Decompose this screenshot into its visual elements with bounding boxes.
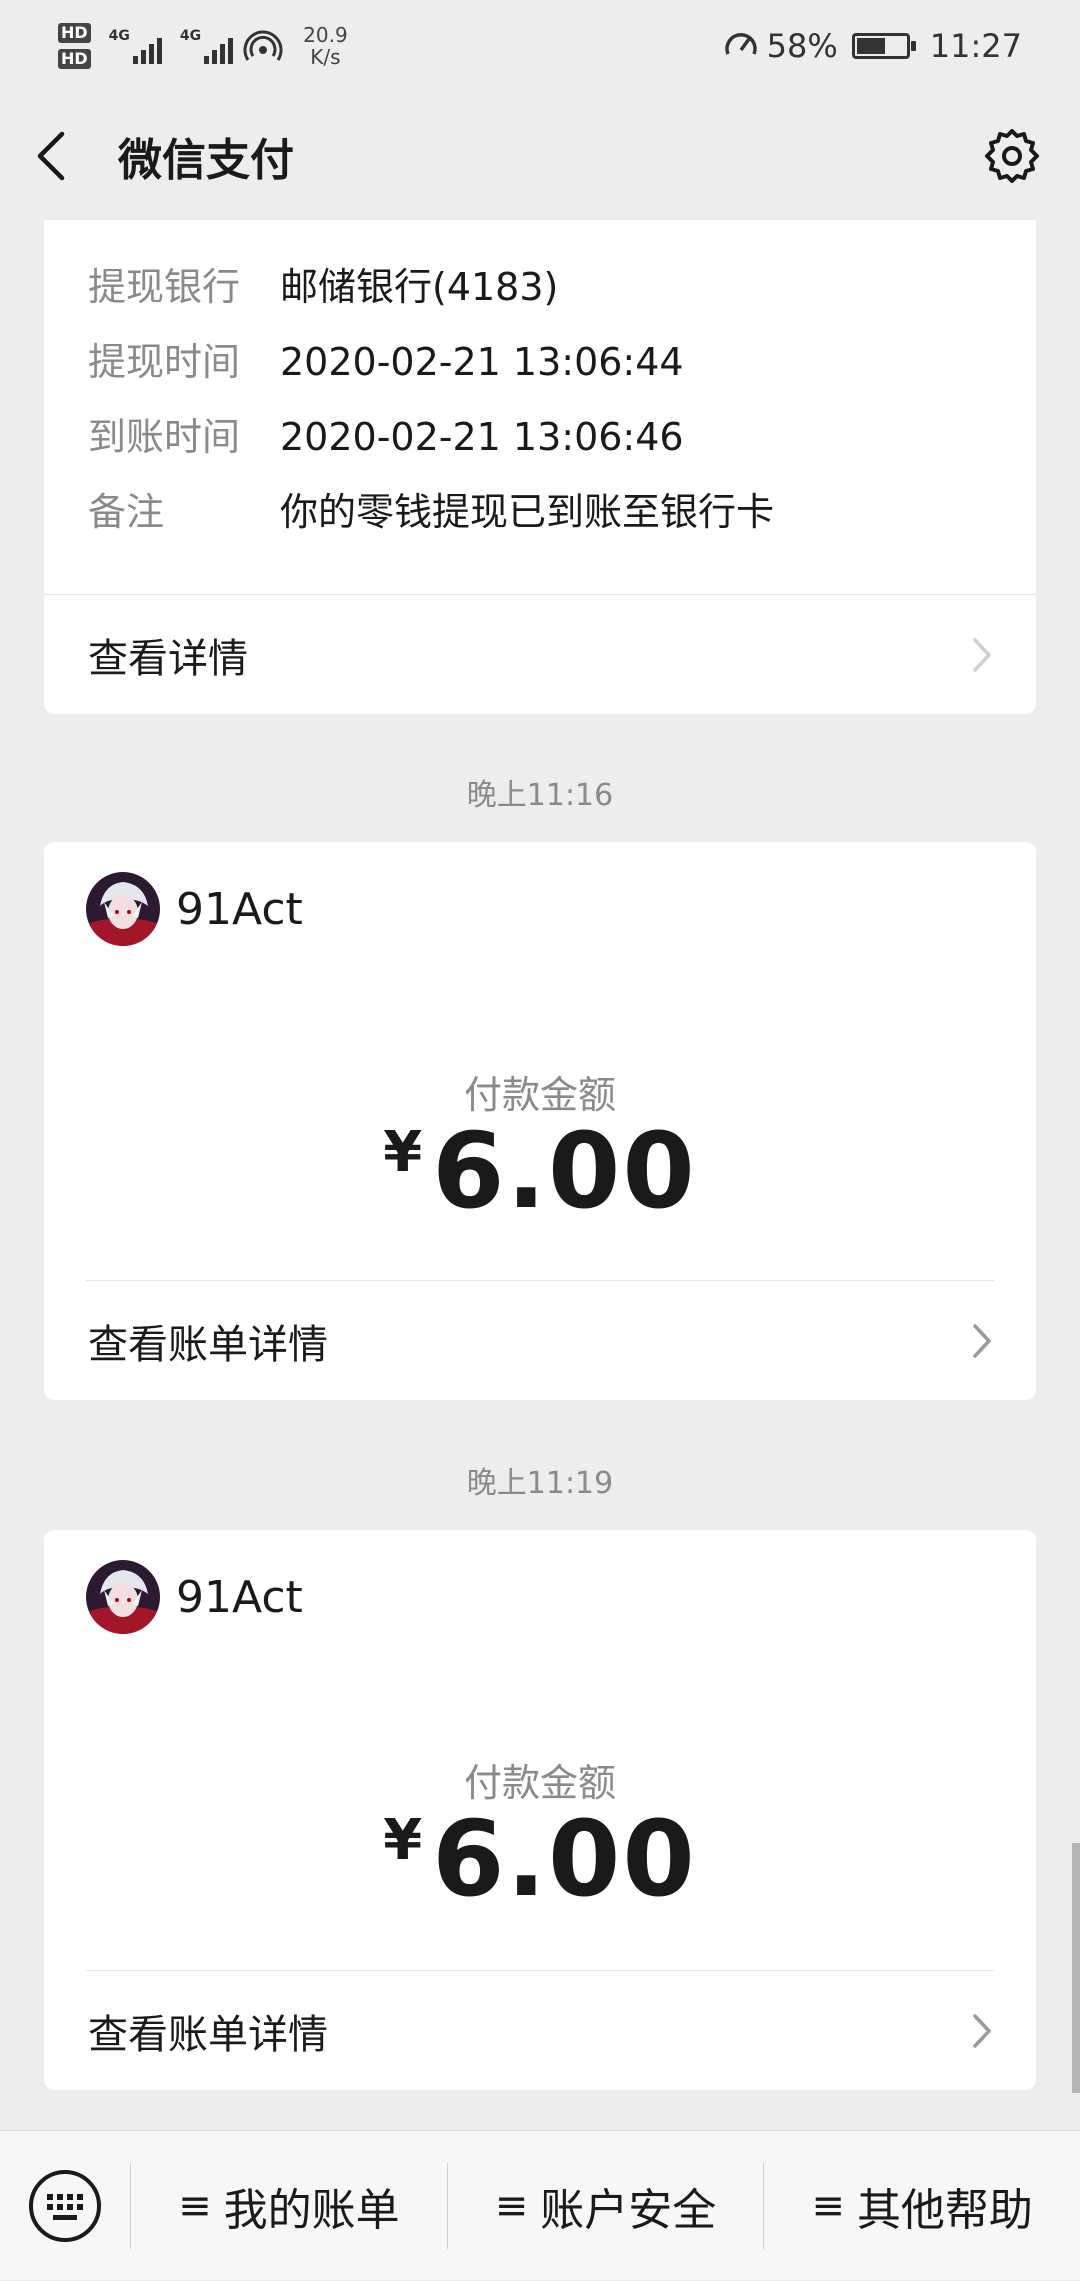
payment-card[interactable]: 91Act 付款金额 ¥6.00 查看账单详情 — [44, 842, 1036, 1400]
hotspot-icon — [243, 30, 283, 61]
merchant-header: 91Act — [86, 1560, 303, 1634]
view-bill-details-link[interactable]: 查看账单详情 — [44, 1971, 1036, 2090]
menu-label: 账户安全 — [540, 2184, 717, 2236]
message-time: 晚上11:16 — [466, 778, 614, 813]
keyboard-toggle-button[interactable] — [0, 2131, 130, 2281]
payment-card[interactable]: 91Act 付款金额 ¥6.00 查看账单详情 — [44, 1530, 1036, 2090]
avatar — [86, 1560, 160, 1634]
back-button[interactable] — [36, 126, 80, 186]
back-chevron-icon — [37, 131, 65, 181]
payment-amount: ¥6.00 — [44, 1110, 1036, 1232]
row-value: 你的零钱提现已到账至银行卡 — [280, 490, 775, 534]
withdraw-bank-row: 提现银行 邮储银行(4183) — [88, 260, 558, 314]
currency-symbol: ¥ — [383, 1808, 423, 1873]
merchant-name: 91Act — [176, 883, 303, 935]
keyboard-icon — [29, 2169, 101, 2242]
network-speed: 20.9 K/s — [303, 24, 348, 68]
battery-icon — [851, 33, 916, 59]
view-bill-label: 查看账单详情 — [88, 2011, 328, 2058]
row-key: 备注 — [88, 490, 165, 534]
row-key: 到账时间 — [88, 415, 241, 459]
signal-1-icon: 4G — [109, 28, 162, 64]
speedometer-icon — [724, 33, 757, 55]
menu-other-help[interactable]: ≡ 其他帮助 — [764, 2131, 1080, 2281]
settings-button[interactable] — [980, 124, 1044, 188]
nav-bar: 微信支付 — [0, 92, 1080, 220]
view-bill-details-link[interactable]: 查看账单详情 — [44, 1281, 1036, 1400]
avatar — [86, 872, 160, 946]
status-left: HD HD 4G 4G 20.9 K/s — [58, 23, 348, 69]
withdraw-card: 提现银行 邮储银行(4183) 提现时间 2020-02-21 13:06:44… — [44, 220, 1036, 714]
view-details-link[interactable]: 查看详情 — [44, 595, 1036, 714]
menu-list-icon: ≡ — [494, 2182, 529, 2229]
row-key: 提现时间 — [88, 340, 241, 384]
hd2-badge: HD — [58, 49, 91, 69]
row-value: 2020-02-21 13:06:44 — [280, 340, 684, 384]
menu-list-icon: ≡ — [811, 2182, 845, 2229]
clock: 11:27 — [929, 27, 1022, 65]
chevron-right-icon — [972, 1321, 996, 1361]
remark-row: 备注 你的零钱提现已到账至银行卡 — [88, 485, 774, 539]
hd-indicators: HD HD — [58, 23, 91, 69]
scrollbar[interactable] — [1072, 1843, 1080, 2093]
arrival-time-row: 到账时间 2020-02-21 13:06:46 — [88, 410, 684, 464]
amount-value: 6.00 — [432, 1110, 697, 1232]
withdraw-time-row: 提现时间 2020-02-21 13:06:44 — [88, 335, 684, 389]
view-bill-label: 查看账单详情 — [88, 1321, 328, 1368]
row-key: 提现银行 — [88, 265, 241, 309]
signal-2-icon: 4G — [179, 28, 234, 64]
status-bar: HD HD 4G 4G 20.9 K/s 58% 11:27 — [0, 0, 1080, 92]
amount-value: 6.00 — [432, 1798, 697, 1920]
speed-unit: K/s — [310, 45, 341, 69]
merchant-name: 91Act — [176, 1571, 303, 1623]
menu-label: 我的账单 — [223, 2184, 400, 2236]
speed-value: 20.9 — [303, 23, 348, 47]
menu-my-bills[interactable]: ≡ 我的账单 — [131, 2131, 447, 2281]
hd1-badge: HD — [58, 23, 91, 43]
currency-symbol: ¥ — [383, 1120, 423, 1185]
net1-label: 4G — [108, 28, 130, 44]
battery-percent: 58% — [766, 27, 838, 65]
payment-amount: ¥6.00 — [44, 1798, 1036, 1920]
battery-fill — [856, 38, 885, 54]
page-title: 微信支付 — [118, 135, 294, 186]
row-value: 邮储银行(4183) — [280, 265, 559, 309]
bottom-menu: ≡ 我的账单 ≡ 账户安全 ≡ 其他帮助 — [0, 2130, 1080, 2280]
message-time: 晚上11:19 — [466, 1466, 614, 1501]
menu-account-security[interactable]: ≡ 账户安全 — [448, 2131, 764, 2281]
net2-label: 4G — [179, 28, 202, 44]
merchant-header: 91Act — [86, 872, 303, 946]
gear-icon — [985, 129, 1039, 183]
menu-list-icon: ≡ — [178, 2182, 212, 2229]
menu-label: 其他帮助 — [856, 2184, 1033, 2236]
view-details-label: 查看详情 — [88, 635, 248, 682]
message-list[interactable]: 提现银行 邮储银行(4183) 提现时间 2020-02-21 13:06:44… — [0, 220, 1080, 2130]
chevron-right-icon — [972, 2011, 996, 2051]
status-right: 58% 11:27 — [723, 27, 1022, 65]
chevron-right-icon — [972, 635, 996, 675]
row-value: 2020-02-21 13:06:46 — [280, 415, 684, 459]
